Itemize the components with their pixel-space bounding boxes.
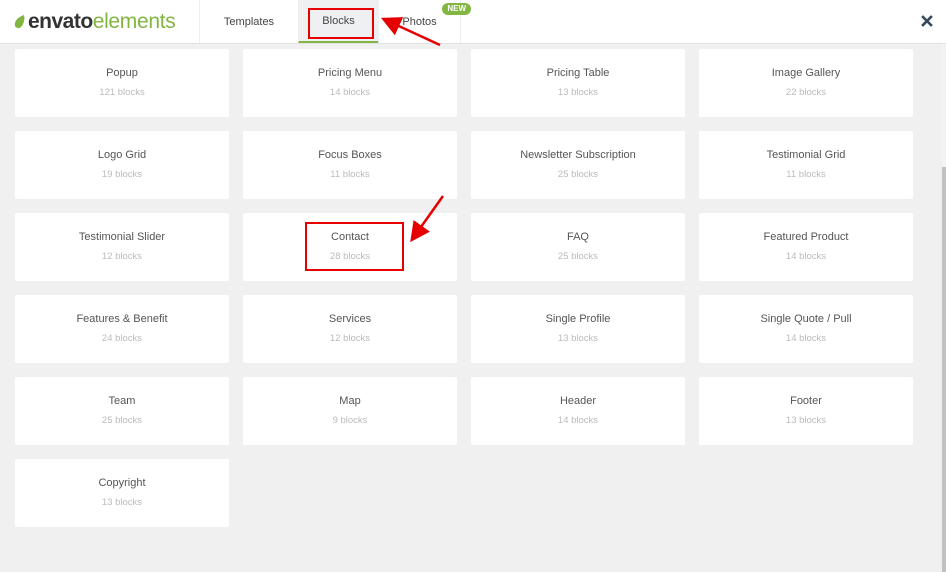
tab-templates[interactable]: Templates <box>199 0 298 43</box>
block-card-faq[interactable]: FAQ 25 blocks <box>471 213 685 281</box>
block-card-image-gallery[interactable]: Image Gallery 22 blocks <box>699 49 913 117</box>
block-card-title: Focus Boxes <box>318 149 382 161</box>
block-card-count: 13 blocks <box>785 415 827 426</box>
block-card-single-profile[interactable]: Single Profile 13 blocks <box>471 295 685 363</box>
close-icon[interactable] <box>920 14 934 28</box>
block-card-count: 25 blocks <box>101 415 143 426</box>
main-tabs: Templates Blocks Photos NEW <box>199 0 471 43</box>
block-card-count: 13 blocks <box>101 497 143 508</box>
block-card-testimonial-slider[interactable]: Testimonial Slider 12 blocks <box>15 213 229 281</box>
block-card-count: 13 blocks <box>557 333 599 344</box>
block-card-count: 13 blocks <box>557 87 599 98</box>
block-card-title: FAQ <box>566 231 589 243</box>
block-card-count: 25 blocks <box>557 169 599 180</box>
top-bar: envato elements Templates Blocks Photos … <box>0 0 946 44</box>
scrollbar-thumb[interactable] <box>942 167 946 572</box>
block-card-title: Pricing Table <box>546 67 610 79</box>
block-card-features-benefit[interactable]: Features & Benefit 24 blocks <box>15 295 229 363</box>
block-card-title: Single Profile <box>545 313 611 325</box>
tab-blocks[interactable]: Blocks <box>298 0 378 43</box>
block-card-title: Featured Product <box>763 231 849 243</box>
block-card-pricing-table[interactable]: Pricing Table 13 blocks <box>471 49 685 117</box>
block-card-map[interactable]: Map 9 blocks <box>243 377 457 445</box>
block-card-newsletter-subscription[interactable]: Newsletter Subscription 25 blocks <box>471 131 685 199</box>
block-card-title: Team <box>108 395 136 407</box>
new-badge: NEW <box>442 3 471 15</box>
block-card-title: Logo Grid <box>97 149 147 161</box>
block-card-title: Footer <box>790 395 822 407</box>
block-card-team[interactable]: Team 25 blocks <box>15 377 229 445</box>
block-card-title: Features & Benefit <box>76 313 168 325</box>
block-card-count: 121 blocks <box>99 87 145 98</box>
tab-templates-label: Templates <box>223 15 275 28</box>
block-category-grid: Popup 121 blocks Pricing Menu 14 blocks Pric… <box>15 49 913 527</box>
block-card-contact[interactable]: Contact 28 blocks <box>243 213 457 281</box>
block-card-popup[interactable]: Popup 121 blocks <box>15 49 229 117</box>
block-card-pricing-menu[interactable]: Pricing Menu 14 blocks <box>243 49 457 117</box>
block-card-single-quote-pull[interactable]: Single Quote / Pull 14 blocks <box>699 295 913 363</box>
block-card-title: Contact <box>331 231 369 243</box>
block-card-title: Testimonial Grid <box>766 149 846 161</box>
block-card-count: 11 blocks <box>330 169 370 180</box>
block-card-header[interactable]: Header 14 blocks <box>471 377 685 445</box>
block-card-title: Newsletter Subscription <box>520 149 636 161</box>
block-card-count: 19 blocks <box>101 169 143 180</box>
block-card-title: Pricing Menu <box>317 67 383 79</box>
block-card-title: Popup <box>106 67 138 79</box>
logo-text-envato: envato <box>28 10 93 33</box>
block-card-testimonial-grid[interactable]: Testimonial Grid 11 blocks <box>699 131 913 199</box>
tab-blocks-label: Blocks <box>322 14 355 27</box>
block-card-count: 14 blocks <box>785 251 827 262</box>
envato-elements-logo[interactable]: envato elements <box>14 9 176 35</box>
block-card-title: Image Gallery <box>771 67 841 79</box>
block-card-title: Map <box>339 395 361 407</box>
block-card-count: 14 blocks <box>785 333 827 344</box>
block-card-title: Single Quote / Pull <box>760 313 852 325</box>
block-card-logo-grid[interactable]: Logo Grid 19 blocks <box>15 131 229 199</box>
block-card-title: Copyright <box>98 477 146 489</box>
block-card-count: 11 blocks <box>786 169 826 180</box>
block-card-count: 9 blocks <box>332 415 368 426</box>
block-card-count: 12 blocks <box>329 333 371 344</box>
logo-text-elements: elements <box>92 10 176 33</box>
block-card-footer[interactable]: Footer 13 blocks <box>699 377 913 445</box>
block-card-count: 24 blocks <box>101 333 143 344</box>
leaf-icon <box>14 15 25 29</box>
block-card-copyright[interactable]: Copyright 13 blocks <box>15 459 229 527</box>
tab-photos-label: Photos <box>402 15 437 28</box>
block-card-title: Header <box>559 395 597 407</box>
block-card-count: 25 blocks <box>557 251 599 262</box>
block-card-count: 22 blocks <box>785 87 827 98</box>
block-card-count: 14 blocks <box>557 415 599 426</box>
block-card-count: 28 blocks <box>329 251 371 262</box>
tab-photos[interactable]: Photos NEW <box>378 0 471 43</box>
block-card-featured-product[interactable]: Featured Product 14 blocks <box>699 213 913 281</box>
block-card-count: 14 blocks <box>329 87 371 98</box>
block-card-title: Testimonial Slider <box>78 231 166 243</box>
block-card-title: Services <box>328 313 372 325</box>
block-card-focus-boxes[interactable]: Focus Boxes 11 blocks <box>243 131 457 199</box>
block-card-services[interactable]: Services 12 blocks <box>243 295 457 363</box>
block-card-count: 12 blocks <box>101 251 143 262</box>
